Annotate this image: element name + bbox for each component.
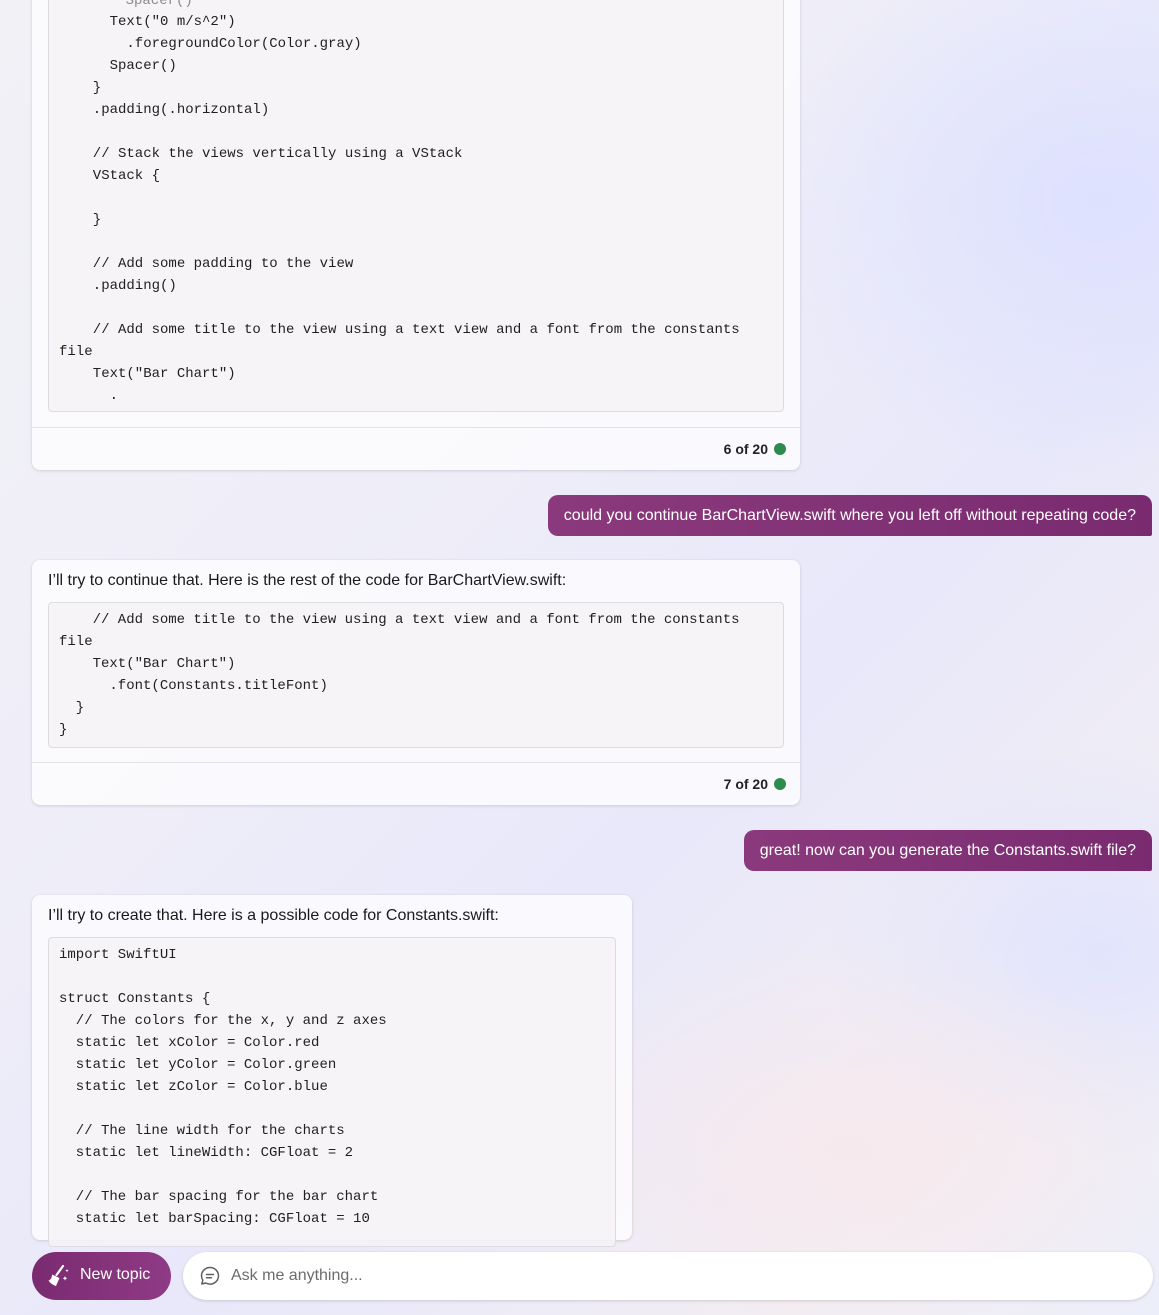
code-line: // Stack the views vertically using a VS… <box>76 146 463 162</box>
chat-bubble-icon <box>199 1265 221 1287</box>
ask-input[interactable] <box>231 1252 1131 1300</box>
code-line: static let zColor = Color.blue <box>59 1079 328 1095</box>
code-line: // Add some title to the view using a te… <box>59 612 740 628</box>
bot-message-text: I’ll try to continue that. Here is the r… <box>48 572 567 589</box>
code-line: // Add some title to the view using a te… <box>76 322 740 338</box>
code-line: .font(Constants.titleFont) <box>59 678 328 694</box>
code-line: } <box>59 700 85 716</box>
bot-response-card-3: I’ll try to create that. Here is a possi… <box>32 895 632 1247</box>
code-line: . <box>76 388 119 404</box>
response-counter: 7 of 20 <box>723 776 768 792</box>
code-line: static let lineWidth: CGFloat = 2 <box>59 1145 354 1161</box>
code-line: static let xColor = Color.red <box>59 1035 320 1051</box>
code-line: // The bar spacing for the bar chart <box>59 1189 379 1205</box>
new-topic-button[interactable]: New topic <box>32 1252 171 1300</box>
chat-input-bar[interactable] <box>183 1252 1153 1300</box>
code-line: static let barSpacing: CGFloat = 10 <box>59 1211 370 1227</box>
status-dot-icon <box>774 778 786 790</box>
code-block-2: // Add some title to the view using a te… <box>48 602 784 748</box>
code-line: // The line width for the charts <box>59 1123 345 1139</box>
user-message: could you continue BarChartView.swift wh… <box>547 495 1152 536</box>
code-line: Text("0 m/s^2") <box>76 14 236 30</box>
user-message: great! now can you generate the Constant… <box>743 830 1152 871</box>
code-line: // The colors for the x, y and z axes <box>59 1013 387 1029</box>
broom-sparkle-icon <box>44 1262 72 1290</box>
code-line: Text("Bar Chart") <box>76 366 236 382</box>
code-block-1: Spacer() Text("0 m/s^2") .foregroundColo… <box>48 0 784 412</box>
card-footer: 6 of 20 <box>32 427 800 470</box>
bot-response-card-1: Spacer() Text("0 m/s^2") .foregroundColo… <box>32 0 800 470</box>
code-block-3: import SwiftUI struct Constants { // The… <box>48 937 616 1247</box>
code-line: } <box>59 722 68 738</box>
code-line: } <box>76 80 102 96</box>
status-dot-icon <box>774 443 786 455</box>
bot-message-text: I’ll try to create that. Here is a possi… <box>48 907 499 924</box>
code-line: Spacer() <box>76 58 177 74</box>
response-counter: 6 of 20 <box>723 441 768 457</box>
new-topic-label: New topic <box>80 1266 151 1283</box>
code-line: .padding() <box>76 278 177 294</box>
code-line: file <box>59 344 93 360</box>
code-line: .foregroundColor(Color.gray) <box>76 36 362 52</box>
code-line: struct Constants { <box>59 991 211 1007</box>
code-line: } <box>76 212 102 228</box>
code-line: static let yColor = Color.green <box>59 1057 337 1073</box>
code-line: import SwiftUI <box>59 947 177 963</box>
code-line: // Add some padding to the view <box>76 256 354 272</box>
card-footer: 7 of 20 <box>32 762 800 805</box>
code-line: .padding(.horizontal) <box>76 102 270 118</box>
code-line: file <box>59 634 93 650</box>
code-line: VStack { <box>76 168 161 184</box>
bot-response-card-2: I’ll try to continue that. Here is the r… <box>32 560 800 805</box>
code-line: Text("Bar Chart") <box>59 656 236 672</box>
